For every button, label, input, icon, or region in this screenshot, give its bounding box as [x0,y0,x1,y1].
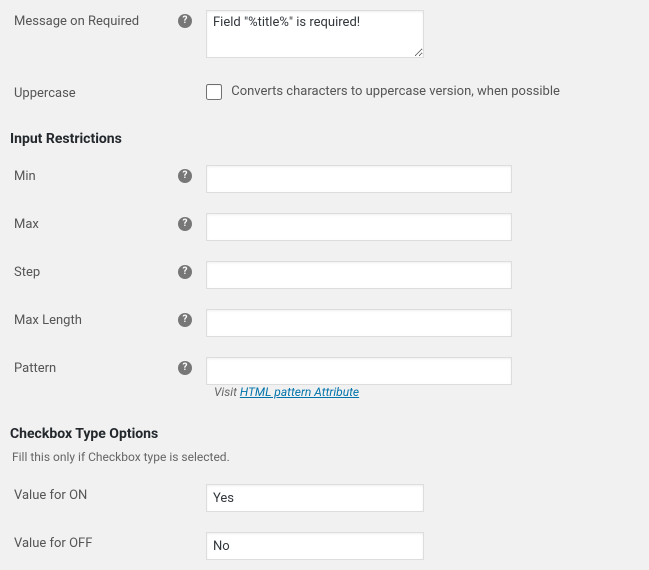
pattern-note: Visit HTML pattern Attribute [214,385,359,399]
section-desc-text: Fill this only if Checkbox type is selec… [12,450,230,464]
row-pattern: Pattern ? Visit HTML pattern Attribute [0,347,649,410]
section-input-restrictions: Input Restrictions [0,115,649,155]
row-max: Max ? [0,203,649,251]
label-value-off: Value for OFF [14,536,92,551]
help-icon[interactable]: ? [178,169,192,183]
pattern-link[interactable]: HTML pattern Attribute [240,385,359,399]
pattern-input[interactable] [206,357,512,385]
help-icon[interactable]: ? [178,217,192,231]
uppercase-checkbox[interactable] [206,84,222,100]
section-title-checkbox-options: Checkbox Type Options [10,420,649,448]
value-on-input[interactable] [206,484,424,512]
row-step: Step ? [0,251,649,299]
row-min: Min ? [0,155,649,203]
row-uppercase: Uppercase Converts characters to upperca… [0,72,649,115]
label-max: Max [14,217,39,232]
label-min: Min [14,169,36,184]
label-message-required: Message on Required [14,14,139,29]
label-value-on: Value for ON [14,488,87,503]
help-icon[interactable]: ? [178,361,192,375]
section-title-input-restrictions: Input Restrictions [10,125,649,153]
label-uppercase: Uppercase [14,86,76,101]
section-checkbox-options: Checkbox Type Options [0,410,649,450]
max-length-input[interactable] [206,309,512,337]
max-input[interactable] [206,213,512,241]
value-off-input[interactable] [206,532,424,560]
settings-form: Message on Required ? Uppercase Converts… [0,0,649,570]
help-icon[interactable]: ? [178,265,192,279]
row-value-on: Value for ON [0,474,649,522]
row-message-required: Message on Required ? [0,0,649,72]
help-icon[interactable]: ? [178,14,192,28]
section-desc-checkbox-options: Fill this only if Checkbox type is selec… [0,450,649,474]
pattern-note-prefix: Visit [214,385,240,399]
label-step: Step [14,265,40,280]
min-input[interactable] [206,165,512,193]
row-max-length: Max Length ? [0,299,649,347]
step-input[interactable] [206,261,512,289]
help-icon[interactable]: ? [178,313,192,327]
uppercase-desc: Converts characters to uppercase version… [231,82,560,101]
row-value-off: Value for OFF [0,522,649,570]
label-pattern: Pattern [14,361,56,376]
label-max-length: Max Length [14,313,82,328]
message-required-textarea[interactable] [206,10,424,58]
